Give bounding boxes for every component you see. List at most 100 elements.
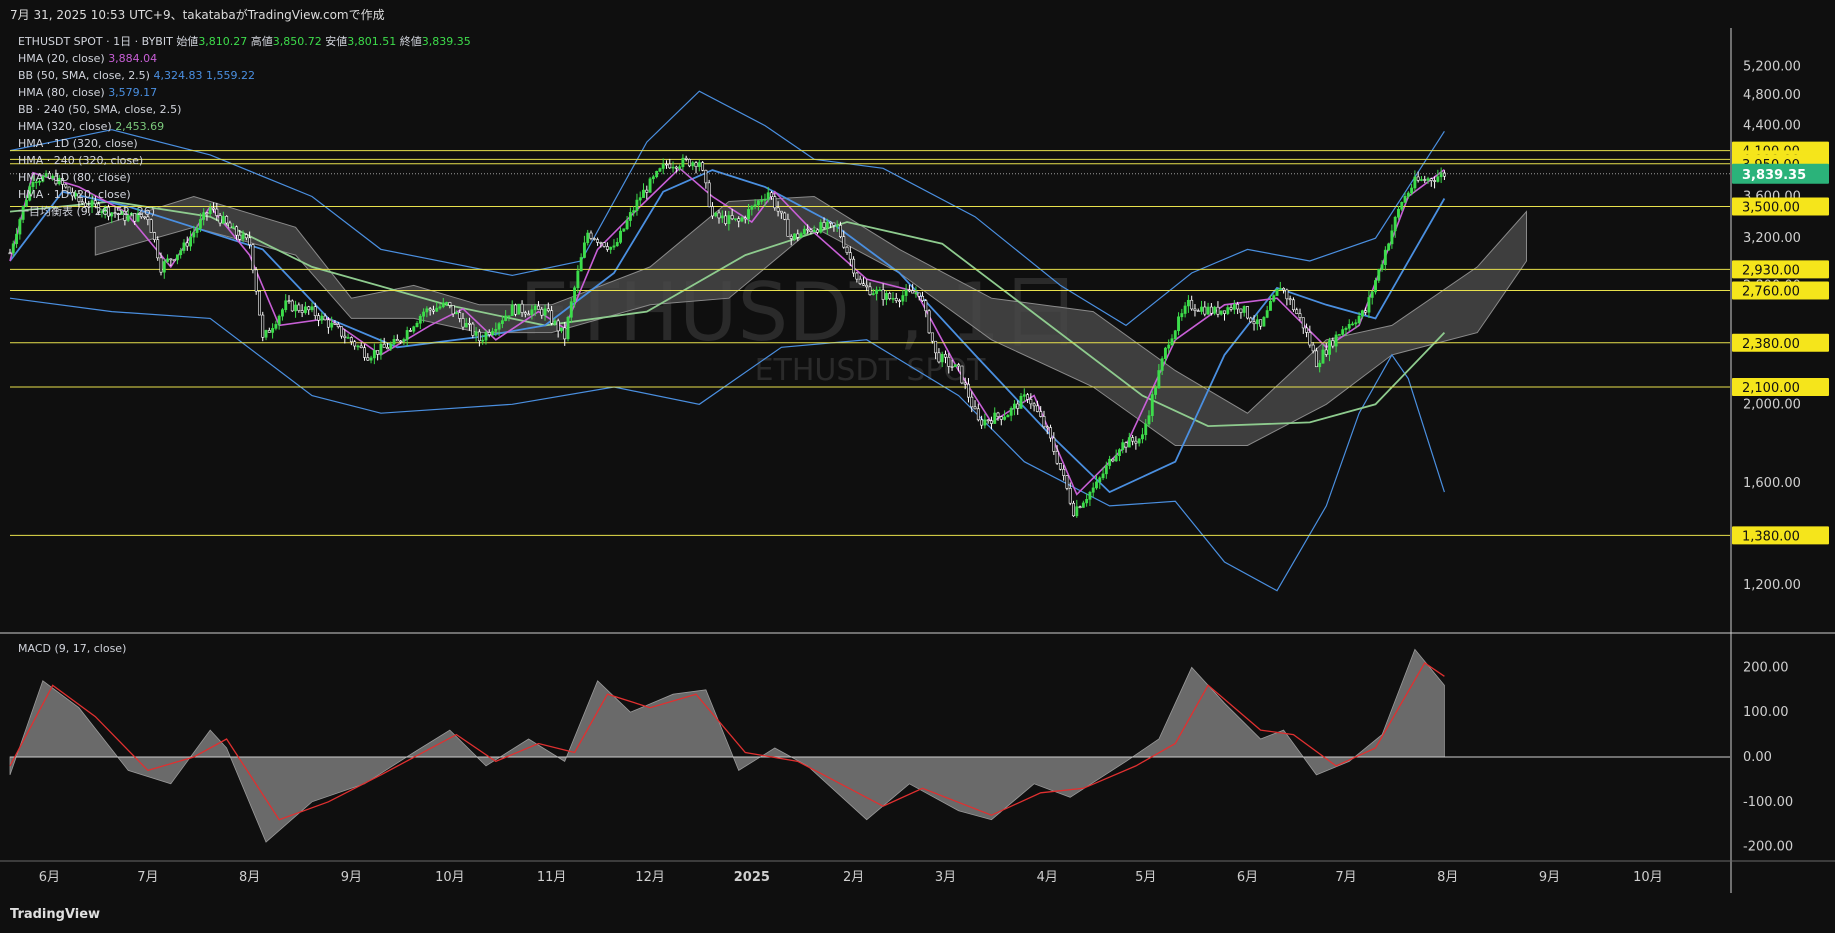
candle-body <box>973 406 977 410</box>
candle-body <box>497 323 501 330</box>
candle-body <box>743 217 747 220</box>
candle-body <box>405 330 409 340</box>
price-tick-label: 3,200.00 <box>1743 231 1801 246</box>
candle-body <box>182 242 186 251</box>
candle-body <box>619 230 622 243</box>
candle-body <box>1229 307 1233 310</box>
candle-body <box>773 196 777 209</box>
candle-body <box>904 289 908 296</box>
candle-body <box>1098 477 1102 483</box>
candle-body <box>431 309 435 312</box>
macd-tick-label: 0.00 <box>1743 750 1772 765</box>
candle-body <box>661 163 665 169</box>
candle-body <box>763 198 767 201</box>
candle-body <box>766 192 770 200</box>
candle-body <box>1433 180 1437 182</box>
price-chart[interactable]: ETHUSDT, 1日ETHUSDT SPOT1,200.001,600.002… <box>0 0 1835 933</box>
candle-body <box>783 212 787 220</box>
candle-body <box>681 157 685 168</box>
candle-body <box>241 234 245 240</box>
candle-body <box>1252 321 1256 325</box>
time-tick-label: 3月 <box>935 870 956 885</box>
macd-tick-label: 100.00 <box>1743 705 1789 720</box>
candle-body <box>1052 437 1056 452</box>
candle-body <box>359 345 363 348</box>
indicator-1: BB (50, SMA, close, 2.5) 4,324.83 1,559.… <box>18 69 255 82</box>
candle-body <box>1200 306 1203 312</box>
candle-body <box>1108 458 1112 466</box>
candle-body <box>1019 395 1023 409</box>
time-tick-label: 2025 <box>734 870 770 885</box>
candle-body <box>658 168 662 172</box>
candle-body <box>789 236 793 239</box>
candle-body <box>799 233 803 238</box>
candle-body <box>881 289 885 300</box>
candle-body <box>1016 403 1020 409</box>
candle-body <box>208 207 212 215</box>
candle-body <box>737 218 741 222</box>
candle-body <box>894 297 898 301</box>
candle-body <box>369 357 373 361</box>
candle-body <box>825 221 829 228</box>
time-tick-label: 10月 <box>1633 870 1663 885</box>
candle-body <box>425 308 429 313</box>
candle-body <box>1341 329 1345 335</box>
candle-body <box>218 215 222 224</box>
time-tick-label: 7月 <box>137 870 158 885</box>
time-tick-label: 5月 <box>1135 870 1156 885</box>
candle-body <box>1416 176 1420 181</box>
candle-body <box>999 416 1003 420</box>
candle-body <box>514 304 517 315</box>
candle-body <box>1331 340 1335 347</box>
candle-body <box>1167 344 1171 349</box>
candle-body <box>1370 291 1374 298</box>
candle-body <box>523 312 527 315</box>
candle-body <box>1170 338 1174 346</box>
candle-body <box>477 331 481 342</box>
candle-body <box>1032 403 1036 407</box>
candle-body <box>1429 178 1433 181</box>
candle-body <box>1026 394 1030 400</box>
candle-body <box>940 353 944 363</box>
candle-body <box>1216 306 1220 315</box>
candle-body <box>376 350 380 355</box>
candle-body <box>402 339 406 342</box>
candle-body <box>1360 310 1364 317</box>
candle-body <box>169 258 173 261</box>
candle-body <box>1114 455 1118 462</box>
candle-body <box>996 412 1000 417</box>
candle-body <box>366 357 370 361</box>
candle-body <box>244 234 248 239</box>
candle-body <box>907 289 911 292</box>
candle-body <box>1203 306 1207 315</box>
candle-body <box>924 300 928 312</box>
candle-body <box>569 301 573 318</box>
candle-body <box>225 216 229 224</box>
candle-body <box>510 304 514 317</box>
candle-body <box>960 365 964 384</box>
time-tick-label: 7月 <box>1335 870 1356 885</box>
candle-body <box>645 189 649 193</box>
candle-body <box>1255 319 1259 325</box>
bottom-bar <box>0 905 1835 933</box>
time-tick-label: 2月 <box>843 870 864 885</box>
candle-body <box>615 242 619 247</box>
candle-body <box>251 244 255 271</box>
tradingview-logo[interactable]: TradingView <box>10 907 100 922</box>
candle-body <box>901 295 905 302</box>
candle-body <box>382 343 386 348</box>
candle-body <box>468 322 471 325</box>
candle-body <box>688 159 691 167</box>
candle-body <box>1085 499 1089 504</box>
candle-body <box>1275 288 1279 296</box>
time-tick-label: 9月 <box>1539 870 1560 885</box>
candle-body <box>1269 300 1272 311</box>
candle-body <box>1308 332 1312 346</box>
candle-body <box>464 322 468 328</box>
candle-body <box>582 242 586 258</box>
candle-body <box>1193 308 1197 311</box>
indicator-6: HMA · 240 (320, close) <box>18 154 143 167</box>
tradingview-logo-text: TradingView <box>10 907 101 922</box>
indicator-8: HMA · 1D (20, close) <box>18 188 131 201</box>
candle-body <box>156 239 160 259</box>
